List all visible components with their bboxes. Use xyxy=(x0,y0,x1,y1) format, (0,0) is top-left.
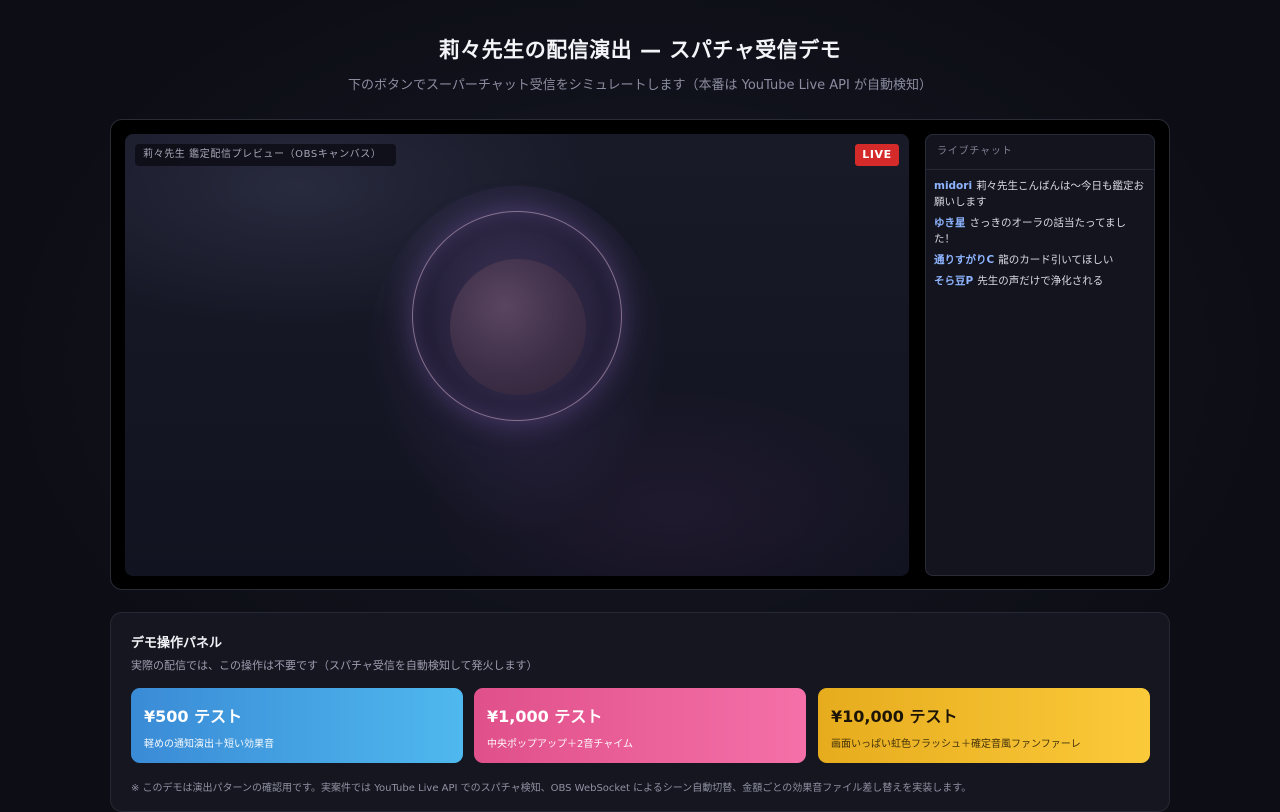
button-title: ¥500 テスト xyxy=(144,707,243,726)
live-chat-panel: ライブチャット midori 莉々先生こんばんは〜今日も鑑定お願いします ゆき星さ… xyxy=(925,134,1155,576)
chat-message: 通りすがりC 龍のカード引いてほしい xyxy=(934,252,1146,268)
crystal-orb xyxy=(450,259,586,395)
button-title: ¥1,000 テスト xyxy=(487,707,603,726)
obs-canvas-preview: 莉々先生 鑑定配信プレビュー（OBSキャンバス） LIVE xyxy=(125,134,909,576)
page-title: 莉々先生の配信演出 — スパチャ受信デモ xyxy=(438,38,842,62)
page-subtitle: 下のボタンでスーパーチャット受信をシミュレートします（本番は YouTube L… xyxy=(348,78,932,93)
live-badge: LIVE xyxy=(855,144,899,166)
chat-message: ゆき星 さっきのオーラの話当たってました！ xyxy=(934,215,1146,247)
test-500-button[interactable]: ¥500 テスト 軽めの通知演出＋短い効果音 xyxy=(131,688,463,763)
panel-description: 実際の配信では、この操作は不要です（スパチャ受信を自動検知して発火します） xyxy=(131,659,538,672)
chat-message: そら豆P 先生の声だけで浄化される xyxy=(934,273,1146,289)
chat-header: ライブチャット xyxy=(926,135,1154,170)
button-title: ¥10,000 テスト xyxy=(831,707,958,726)
chat-username: midori xyxy=(934,180,973,192)
canvas-label: 莉々先生 鑑定配信プレビュー（OBSキャンバス） xyxy=(135,144,396,166)
chat-message: midori 莉々先生こんばんは〜今日も鑑定お願いします xyxy=(934,178,1146,210)
chat-username: そら豆P xyxy=(934,275,974,287)
test-10000-button[interactable]: ¥10,000 テスト 画面いっぱい虹色フラッシュ＋確定音風ファンファーレ xyxy=(818,688,1150,763)
button-subtitle: 中央ポップアップ＋2音チャイム xyxy=(487,739,634,750)
demo-control-panel: デモ操作パネル 実際の配信では、この操作は不要です（スパチャ受信を自動検知して発… xyxy=(110,612,1170,812)
button-subtitle: 画面いっぱい虹色フラッシュ＋確定音風ファンファーレ xyxy=(831,739,1081,750)
note-line: ※ このデモは演出パターンの確認用です。実案件では YouTube Live A… xyxy=(131,783,972,794)
test-1000-button[interactable]: ¥1,000 テスト 中央ポップアップ＋2音チャイム xyxy=(474,688,806,763)
chat-username: ゆき星 xyxy=(934,217,966,229)
chat-text: 先生の声だけで浄化される xyxy=(977,275,1104,287)
chat-list: midori 莉々先生こんばんは〜今日も鑑定お願いします ゆき星 さっきのオーラの話… xyxy=(926,170,1154,289)
panel-title: デモ操作パネル xyxy=(131,636,223,651)
chat-username: 通りすがりC xyxy=(934,254,995,266)
chat-text: 龍のカード引いてほしい xyxy=(998,254,1114,266)
stage-frame: 莉々先生 鑑定配信プレビュー（OBSキャンバス） LIVE ライブチャット mi… xyxy=(110,119,1170,590)
button-subtitle: 軽めの通知演出＋短い効果音 xyxy=(144,739,274,750)
